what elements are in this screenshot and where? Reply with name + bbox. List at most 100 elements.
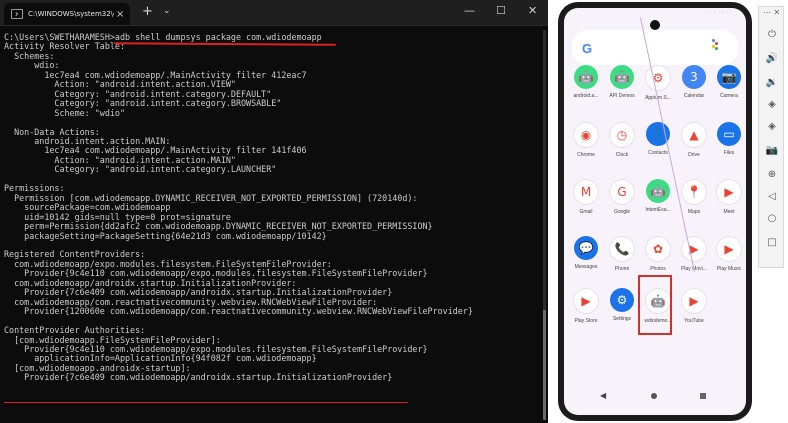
app-settings[interactable]: ⚙ Settings [604, 288, 640, 322]
emulator-toolbar: ⋯ ✕ ⏻ 🔊 🔉 ◈ ◈ 📷 ⊕ ◁ ○ □ [758, 6, 784, 268]
provider-underline [4, 402, 408, 403]
app-youtube[interactable]: ▶ YouTube [676, 288, 712, 324]
app-label: Play Music [716, 266, 742, 272]
overview-icon[interactable]: □ [765, 235, 779, 249]
close-tab-icon[interactable]: × [116, 9, 124, 20]
home-icon[interactable]: ○ [765, 211, 779, 225]
app-photos[interactable]: ✿ Photos [640, 236, 676, 272]
play-store-icon: ▶ [573, 288, 599, 314]
app-meet[interactable]: ▶ Meet [711, 179, 746, 215]
screenshot-icon[interactable]: 📷 [765, 143, 779, 157]
maximize-button[interactable]: ☐ [496, 4, 506, 17]
app-api-demos[interactable]: 🤖 API Demos [604, 65, 640, 99]
app-label: Camera [720, 93, 738, 99]
clock-icon: ◷ [609, 122, 635, 148]
app-files[interactable]: ▭ Files [711, 122, 746, 156]
app-drive[interactable]: ▲ Drive [676, 122, 712, 158]
app-play-music[interactable]: ▶ Play Music [711, 236, 746, 272]
app-label: IntentExa... [645, 207, 671, 213]
terminal-icon [11, 9, 23, 19]
play-music-icon: ▶ [716, 236, 742, 262]
wdio-app-highlight-box [638, 275, 672, 335]
android-icon: 🤖 [646, 179, 670, 203]
app-label: Google [613, 209, 631, 215]
google-search-bar[interactable]: G [572, 30, 738, 65]
rotate-right-icon[interactable]: ◈ [765, 119, 779, 133]
toolbar-window-controls[interactable]: ⋯ ✕ [763, 8, 780, 17]
play-movies-icon: ▶ [681, 236, 707, 262]
app-appium-s[interactable]: ⚙Appium S... [640, 65, 676, 101]
scrollbar-thumb[interactable] [543, 310, 546, 420]
messages-icon: 💬 [574, 236, 598, 260]
close-button[interactable]: ✕ [528, 4, 537, 17]
app-label: Photos [650, 266, 666, 272]
phone-icon: 📞 [609, 236, 635, 262]
minimize-button[interactable]: — [464, 4, 475, 17]
maps-icon: 📍 [681, 179, 707, 205]
app-android-a[interactable]: 🤖 android.a... [568, 65, 604, 99]
volume-up-icon[interactable]: 🔊 [765, 51, 779, 65]
app-calendar[interactable]: 3 Calendar [676, 65, 712, 99]
front-camera [650, 20, 660, 30]
settings-icon: ⚙ [610, 288, 634, 312]
app-messages[interactable]: 💬 Messages [568, 236, 604, 270]
terminal-tab[interactable]: C:\WINDOWS\system32\cmd. × [4, 3, 130, 25]
app-label: Messages [574, 264, 598, 270]
app-label: Clock [615, 152, 629, 158]
android-icon: 🤖 [610, 65, 634, 89]
recents-icon[interactable] [700, 393, 706, 399]
drive-icon: ▲ [681, 122, 707, 148]
home-icon[interactable] [651, 393, 657, 399]
rotate-left-icon[interactable]: ◈ [765, 97, 779, 111]
title-bar: C:\WINDOWS\system32\cmd. × + ⌄ — ☐ ✕ [0, 0, 548, 26]
power-icon[interactable]: ⏻ [765, 27, 779, 41]
app-gmail[interactable]: M Gmail [568, 179, 604, 215]
volume-down-icon[interactable]: 🔉 [765, 75, 779, 89]
app-chrome[interactable]: ◉ Chrome [568, 122, 604, 158]
app-label: YouTube [684, 318, 704, 324]
photos-icon: ✿ [645, 236, 671, 262]
calendar-icon: 3 [682, 65, 706, 89]
google-icon: G [609, 179, 635, 205]
chevron-down-icon[interactable]: ⌄ [163, 6, 171, 16]
app-label: Settings [612, 316, 632, 322]
youtube-icon: ▶ [681, 288, 707, 314]
android-icon: 🤖 [574, 65, 598, 89]
terminal-output[interactable]: C:\Users\SWETHARAMESH>adb shell dumpsys … [4, 32, 538, 383]
new-tab-button[interactable]: + [142, 4, 153, 19]
back-icon[interactable]: ◁ [765, 189, 779, 203]
meet-icon: ▶ [716, 179, 742, 205]
microphone-icon[interactable] [712, 39, 718, 50]
app-label: Play Store [574, 318, 598, 324]
terminal-window: C:\WINDOWS\system32\cmd. × + ⌄ — ☐ ✕ C:\… [0, 0, 548, 423]
tab-title: C:\WINDOWS\system32\cmd. [28, 10, 114, 18]
app-contacts[interactable]: 👤 Contacts [640, 122, 676, 156]
app-label: Chrome [577, 152, 595, 158]
app-label: Files [723, 150, 735, 156]
zoom-icon[interactable]: ⊕ [765, 167, 779, 181]
app-label: Gmail [579, 209, 593, 215]
app-label: Phone [614, 266, 630, 272]
app-camera[interactable]: 📷 Camera [711, 65, 746, 99]
app-clock[interactable]: ◷ Clock [604, 122, 640, 158]
google-logo-icon: G [582, 41, 593, 56]
camera-icon: 📷 [717, 65, 741, 89]
app-google[interactable]: G Google [604, 179, 640, 215]
app-play-store[interactable]: ▶ Play Store [568, 288, 604, 324]
app-label: Calendar [683, 93, 705, 99]
phone-screen: 5G ▾ 19:42 G 🤖 android.a... 🤖 API Demos ⚙App… [564, 8, 746, 415]
app-label: Drive [688, 152, 700, 158]
navigation-bar: ◀ [564, 391, 746, 403]
app-intentexa[interactable]: 🤖 IntentExa... [640, 179, 676, 213]
files-icon: ▭ [717, 122, 741, 146]
app-label: android.a... [573, 93, 599, 99]
app-phone[interactable]: 📞 Phone [604, 236, 640, 272]
status-indicators: 5G ▾ 19:42 [704, 10, 732, 16]
app-label: API Demos [609, 93, 635, 99]
appium-icon: ⚙ [645, 65, 671, 91]
gmail-icon: M [573, 179, 599, 205]
app-label: Meet [723, 209, 735, 215]
back-icon[interactable]: ◀ [600, 391, 606, 400]
app-label: Contacts [648, 150, 668, 156]
chrome-icon: ◉ [573, 122, 599, 148]
